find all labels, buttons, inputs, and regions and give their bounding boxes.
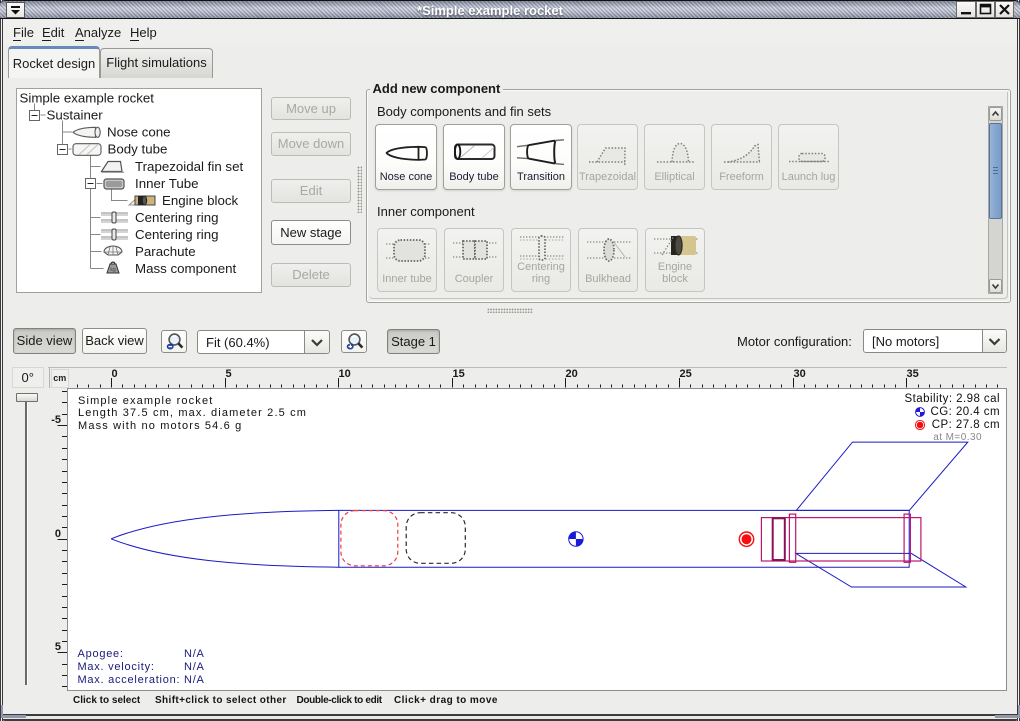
svg-text:Engine block: Engine block [162, 193, 238, 208]
svg-text:Centering ring: Centering ring [135, 227, 219, 242]
svg-text:Centering ring: Centering ring [135, 210, 219, 225]
svg-text:35: 35 [907, 368, 919, 380]
svg-text:30: 30 [794, 368, 806, 380]
svg-text:Mass component: Mass component [135, 261, 237, 276]
svg-text:5: 5 [55, 641, 61, 653]
svg-text:Simple example rocket: Simple example rocket [20, 91, 155, 106]
svg-text:20: 20 [566, 368, 578, 380]
svg-text:25: 25 [680, 368, 692, 380]
svg-text:kg: kg [110, 267, 116, 273]
svg-text:10: 10 [339, 368, 351, 380]
svg-text:0: 0 [55, 528, 61, 540]
svg-text:Body tube: Body tube [108, 142, 168, 157]
svg-text:Sustainer: Sustainer [47, 108, 104, 123]
svg-text:Inner Tube: Inner Tube [135, 176, 199, 191]
svg-text:0: 0 [112, 368, 118, 380]
svg-text:-5: -5 [51, 414, 61, 426]
svg-text:Trapezoidal fin set: Trapezoidal fin set [135, 159, 243, 174]
svg-text:15: 15 [453, 368, 465, 380]
svg-text:Nose cone: Nose cone [107, 125, 171, 140]
svg-text:Parachute: Parachute [135, 244, 196, 259]
svg-text:5: 5 [226, 368, 232, 380]
